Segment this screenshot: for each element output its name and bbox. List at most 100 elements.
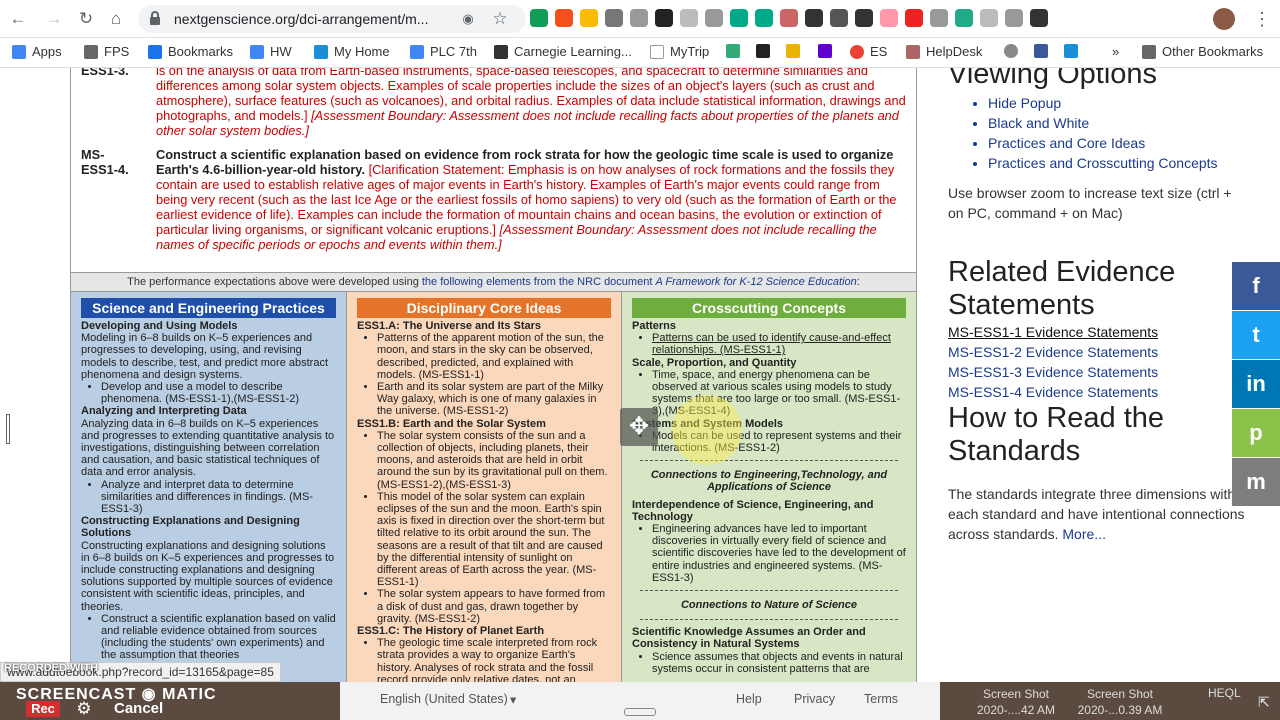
desktop-file-1[interactable]: Screen Shot 2020-....42 AM: [966, 686, 1066, 718]
evidence-link-2[interactable]: MS-ESS1-2 Evidence Statements: [948, 344, 1158, 360]
profile-avatar[interactable]: [1213, 8, 1235, 30]
extension-icon-18[interactable]: [955, 9, 973, 27]
extension-icon-17[interactable]: [930, 9, 948, 27]
menu-icon[interactable]: ⋮: [1252, 8, 1272, 30]
bookmark-apps[interactable]: Apps: [12, 44, 62, 59]
divider: [640, 590, 898, 592]
reload-icon[interactable]: ↻: [76, 9, 96, 29]
bookmark-icon-2[interactable]: [756, 44, 770, 58]
share-bar: f t in p m: [1232, 262, 1280, 507]
hide-popup-link[interactable]: Hide Popup: [988, 95, 1061, 111]
standards-table: ESS1-3. is on the analysis of data from …: [70, 68, 917, 682]
drag-handle[interactable]: [624, 708, 656, 716]
privacy-link[interactable]: Privacy: [794, 692, 835, 706]
extension-icon-12[interactable]: [805, 9, 823, 27]
extension-icon-4[interactable]: [605, 9, 623, 27]
cursor-highlight: [672, 395, 742, 465]
extension-icon-9[interactable]: [730, 9, 748, 27]
doc-icon: [410, 44, 424, 59]
page-footer: English (United States) ▾ Help Privacy T…: [340, 682, 940, 720]
desktop-heql[interactable]: HEQL: [1208, 686, 1241, 700]
bookmark-icon-5[interactable]: [1004, 44, 1018, 58]
resize-handle[interactable]: [6, 414, 10, 444]
ccc-heading: Patterns: [632, 320, 677, 332]
print-share-button[interactable]: p: [1232, 409, 1280, 457]
bookmark-my-home[interactable]: My Home: [314, 44, 390, 59]
extension-icon-19[interactable]: [980, 9, 998, 27]
bookmark-icon-6[interactable]: [1064, 44, 1078, 58]
extension-icon-1[interactable]: [530, 9, 548, 27]
practices-crosscutting-link[interactable]: Practices and Crosscutting Concepts: [988, 155, 1218, 171]
divider: [640, 460, 898, 462]
extension-icon-13[interactable]: [830, 9, 848, 27]
framework-note: The performance expectations above were …: [71, 272, 916, 292]
bookmark-es[interactable]: ES: [850, 44, 887, 59]
bookmark-helpdesk[interactable]: HelpDesk: [906, 44, 982, 59]
evidence-links: MS-ESS1-1 Evidence Statements MS-ESS1-2 …: [948, 322, 1248, 402]
recorded-with-label: RECORDED WITH: [4, 662, 99, 674]
bookmark-icon-3[interactable]: [786, 44, 800, 58]
more-link[interactable]: More...: [1062, 526, 1106, 542]
facebook-share-button[interactable]: f: [1232, 262, 1280, 310]
bookmark-fps[interactable]: FPS: [84, 44, 129, 59]
bookmark-bookmarks[interactable]: Bookmarks: [148, 44, 233, 59]
app-icon: [756, 44, 770, 58]
terms-link[interactable]: Terms: [864, 692, 898, 706]
app-icon: [314, 44, 328, 59]
extension-icon-3[interactable]: [580, 9, 598, 27]
extension-icon-11[interactable]: [780, 9, 798, 27]
bookmarks-bar: Apps FPS Bookmarks HW My Home PLC 7th Ca…: [0, 38, 1280, 68]
extension-icon-10[interactable]: [755, 9, 773, 27]
other-bookmarks[interactable]: Other Bookmarks: [1142, 44, 1263, 59]
ccc-heading: Interdependence of Science, Engineering,…: [632, 498, 874, 523]
extension-icon-16[interactable]: [905, 9, 923, 27]
twitter-share-button[interactable]: t: [1232, 311, 1280, 359]
black-white-link[interactable]: Black and White: [988, 115, 1089, 131]
home-icon[interactable]: ⌂: [106, 9, 126, 29]
caret-down-icon[interactable]: ▾: [510, 692, 516, 707]
resize-corner-icon[interactable]: ⇱: [1258, 694, 1274, 710]
help-link[interactable]: Help: [736, 692, 762, 706]
url-text[interactable]: nextgenscience.org/dci-arrangement/m...: [174, 11, 444, 27]
linkedin-share-button[interactable]: in: [1232, 360, 1280, 408]
address-bar[interactable]: nextgenscience.org/dci-arrangement/m... …: [138, 5, 526, 33]
record-button[interactable]: Rec: [26, 701, 60, 717]
evidence-link-1[interactable]: MS-ESS1-1 Evidence Statements: [948, 324, 1158, 340]
bookmark-hw[interactable]: HW: [250, 44, 292, 59]
doc-icon: [250, 44, 264, 59]
bookmark-facebook[interactable]: [1034, 44, 1048, 58]
extension-icon-15[interactable]: [880, 9, 898, 27]
bookmark-icon-1[interactable]: [726, 44, 740, 58]
cancel-button[interactable]: Cancel: [114, 700, 163, 717]
bookmark-plc[interactable]: PLC 7th: [410, 44, 477, 59]
bookmark-mytrip[interactable]: MyTrip: [650, 44, 709, 59]
camera-off-icon[interactable]: ◉: [458, 9, 478, 29]
language-select[interactable]: English (United States): [380, 692, 508, 706]
extension-icon-6[interactable]: [655, 9, 673, 27]
evidence-link-4[interactable]: MS-ESS1-4 Evidence Statements: [948, 384, 1158, 400]
helpdesk-icon: [906, 44, 920, 59]
evidence-link-3[interactable]: MS-ESS1-3 Evidence Statements: [948, 364, 1158, 380]
forward-icon[interactable]: →: [44, 9, 64, 29]
bookmarks-overflow[interactable]: »: [1112, 44, 1119, 59]
back-icon[interactable]: ←: [8, 9, 28, 29]
viewing-options-title: Viewing Options: [948, 68, 1158, 90]
extension-icon-14[interactable]: [855, 9, 873, 27]
desktop-file-2[interactable]: Screen Shot 2020-...0.39 AM: [1070, 686, 1170, 718]
extension-icon-20[interactable]: [1005, 9, 1023, 27]
bookmark-icon-4[interactable]: [818, 44, 832, 58]
extension-icon-7[interactable]: [680, 9, 698, 27]
extension-icon-21[interactable]: [1030, 9, 1048, 27]
highlighted-text: Patterns can be used to identify cause-a…: [652, 332, 906, 356]
gear-icon[interactable]: ⚙: [74, 699, 94, 719]
bookmark-carnegie[interactable]: Carnegie Learning...: [494, 44, 632, 59]
extension-icon-2[interactable]: [555, 9, 573, 27]
move-icon[interactable]: ✥: [620, 408, 658, 446]
framework-link[interactable]: the following elements from the NRC docu…: [422, 276, 857, 288]
extension-icon-5[interactable]: [630, 9, 648, 27]
ccc-heading: Scientific Knowledge Assumes an Order an…: [632, 626, 866, 651]
extension-icon-8[interactable]: [705, 9, 723, 27]
practices-core-link[interactable]: Practices and Core Ideas: [988, 135, 1145, 151]
bookmark-star-icon[interactable]: ☆: [490, 9, 510, 29]
email-share-button[interactable]: m: [1232, 458, 1280, 506]
